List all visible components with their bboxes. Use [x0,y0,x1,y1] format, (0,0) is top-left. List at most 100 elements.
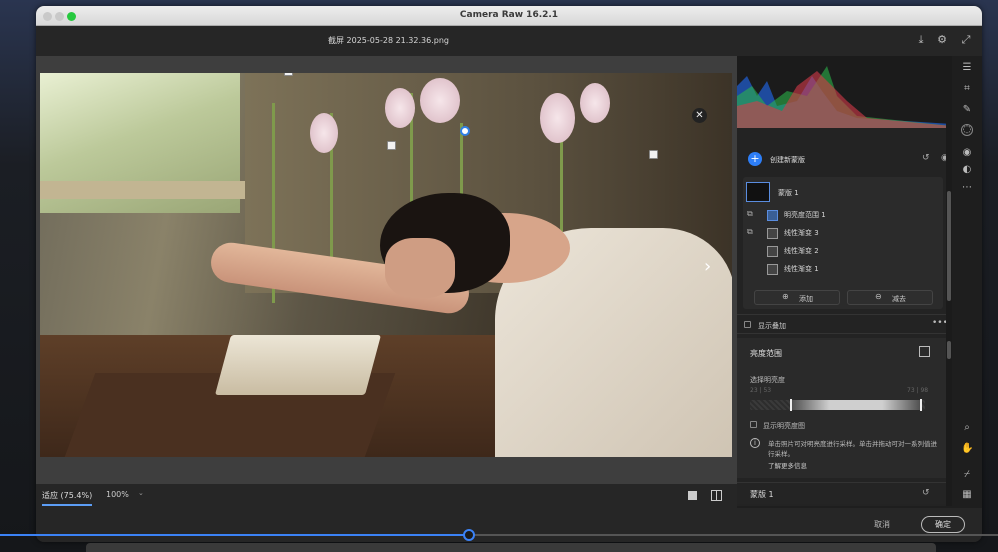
select-luminance-label: 选择明亮度 [750,376,785,384]
photo-window-frame [40,181,245,199]
photo-flower [540,93,575,143]
file-name: 截屏 2025-05-28 21.32.36.png [328,36,449,45]
info-icon: i [750,438,760,448]
photo-flower [310,113,338,153]
status-bar: 适应 (75.4%) 100% ⌄ [36,484,737,508]
range-handle-low[interactable] [790,399,793,411]
show-overlay-row: 显示叠加 ••• [737,314,952,334]
zoom-select[interactable]: 100% [106,490,129,499]
show-overlay-checkbox[interactable] [744,321,751,328]
mask-footer-label: 蒙版 1 [750,490,774,499]
mask-row[interactable]: 蒙版 1 [743,180,943,206]
luminance-range-slider[interactable] [750,399,925,411]
luminance-range-icon [767,210,778,221]
range-handle-high[interactable] [919,399,922,411]
mask-footer: 蒙版 1 ↺ [737,482,952,504]
photo-book [214,335,382,395]
reset-icon[interactable]: ↺ [922,153,930,163]
crop-icon[interactable]: ⌗ [961,83,973,94]
luminance-title: 亮度范围 [750,349,782,358]
mask-label: 明亮度范围 1 [784,211,826,219]
create-mask-button[interactable]: + [748,152,762,166]
add-label: 添加 [799,295,813,303]
video-progress-fill [0,534,470,536]
range-max-value: 73 | 98 [907,387,929,394]
create-mask-label[interactable]: 创建新蒙版 [770,155,805,165]
edit-panel: + 创建新蒙版 ↺ ◉ 蒙版 1 ⧉ 明亮度范围 1 ⧉ 线性渐变 3 线性渐变… [737,56,952,506]
photo-flower [420,78,460,123]
ok-button[interactable]: 确定 [921,516,965,533]
title-bar: Camera Raw 16.2.1 [36,6,982,26]
presets-icon[interactable]: ◐ [961,164,973,175]
histogram [737,56,952,128]
learn-more-link[interactable]: 了解更多信息 [768,460,807,470]
hand-icon[interactable]: ✋ [961,443,973,454]
before-after-icon[interactable] [711,490,722,501]
photo-flower [385,88,415,128]
camera-raw-window: Camera Raw 16.2.1 截屏 2025-05-28 21.32.36… [36,6,982,542]
component-overlay-icon[interactable]: ⧉ [747,227,753,237]
scrollbar-thumb[interactable] [947,191,951,301]
info-text: 单击照片可对明亮度进行采样。单击并拖动可对一系列值进行采样。 [768,440,937,458]
linear-gradient-icon [767,228,778,239]
gear-icon[interactable]: ⚙ [934,31,950,49]
photo-face [385,238,455,298]
show-luminance-map-label: 显示明亮度图 [763,422,805,430]
mask-pin[interactable] [284,73,293,76]
mask-row[interactable]: 线性渐变 2 [743,243,943,261]
more-icon[interactable]: ⋯ [961,182,973,193]
red-eye-icon[interactable]: ◉ [961,147,973,158]
scrollbar-thumb[interactable] [947,341,951,359]
zoom-fit-button[interactable]: 适应 (75.4%) [42,490,93,506]
mask-pin[interactable] [387,141,396,150]
file-bar: 截屏 2025-05-28 21.32.36.png ⤓ ⚙ ⤢ [36,26,982,56]
photo-flower [580,83,610,123]
mask-label: 线性渐变 3 [784,229,819,237]
mask-row[interactable]: 线性渐变 1 [743,261,943,279]
grid-icon[interactable]: ▦ [961,489,973,500]
mask-label: 蒙版 1 [778,189,799,197]
luminance-range-fill [790,400,922,410]
brush-icon[interactable]: ✎ [961,104,973,115]
component-overlay-icon[interactable]: ⧉ [747,209,753,219]
subtract-mask-button[interactable]: ⊖ 减去 [847,290,933,305]
video-progress-bar[interactable] [0,529,998,541]
mask-pin-active[interactable] [460,126,470,136]
mask-label: 线性渐变 2 [784,247,819,255]
reset-icon[interactable]: ↺ [922,488,930,498]
video-progress-knob[interactable] [463,529,476,541]
luminance-range-section: 亮度范围 选择明亮度 23 | 53 73 | 98 显示明亮度图 i 单击照片… [737,338,952,478]
show-luminance-map-checkbox[interactable] [750,421,757,428]
single-view-icon[interactable] [688,491,697,500]
subtract-icon: ⊖ [875,292,882,301]
window-title: Camera Raw 16.2.1 [459,10,559,20]
dialog-footer: 取消 确定 [36,508,982,542]
mask-row[interactable]: ⧉ 线性渐变 3 [743,225,943,243]
close-icon[interactable]: ✕ [692,108,707,123]
chevron-down-icon[interactable]: ⌄ [138,489,144,497]
range-min-value: 23 | 53 [750,387,772,394]
mask-label: 线性渐变 1 [784,265,819,273]
tool-strip: ☰ ⌗ ✎ ◌ ◉ ◐ ⋯ ⌕ ✋ ⌿ ▦ [952,56,982,506]
dock [86,543,936,552]
eyedropper-icon[interactable]: ⌿ [961,469,973,480]
image-canvas[interactable]: ✕ › [36,56,737,492]
chevron-right-icon[interactable]: › [704,256,711,277]
subtract-label: 减去 [892,295,906,303]
sample-picker-icon[interactable] [919,346,930,357]
show-overlay-label: 显示叠加 [758,322,786,330]
add-mask-button[interactable]: ⊕ 添加 [754,290,840,305]
fullscreen-icon[interactable]: ⤢ [958,31,974,49]
linear-gradient-icon [767,246,778,257]
photo-preview[interactable]: ✕ › [40,73,732,457]
cancel-button[interactable]: 取消 [874,519,890,530]
add-icon: ⊕ [782,292,789,301]
edit-icon[interactable]: ☰ [961,62,973,73]
masking-icon[interactable]: ◌ [961,124,973,136]
linear-gradient-icon [767,264,778,275]
zoom-icon[interactable]: ⌕ [961,422,973,433]
mask-row[interactable]: ⧉ 明亮度范围 1 [743,207,943,225]
masks-header: + 创建新蒙版 ↺ ◉ [737,146,952,174]
save-icon[interactable]: ⤓ [913,31,929,49]
mask-pin[interactable] [649,150,658,159]
